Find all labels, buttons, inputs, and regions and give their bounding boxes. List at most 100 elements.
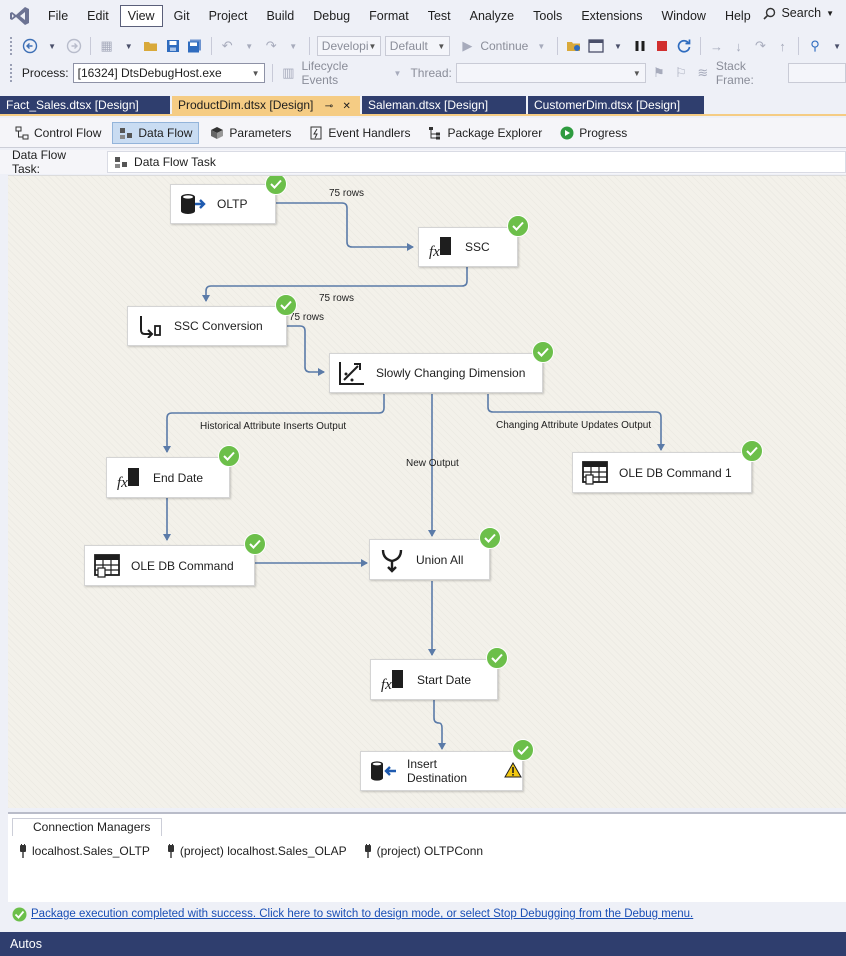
flow-conversion-to-scd[interactable] bbox=[287, 325, 325, 376]
connection-manager-item[interactable]: localhost.Sales_OLTP bbox=[18, 844, 150, 858]
menu-view[interactable]: View bbox=[119, 5, 163, 27]
connection-manager-item[interactable]: (project) OLTPConn bbox=[363, 844, 483, 858]
node-label: Insert Destination bbox=[407, 757, 468, 785]
process-select[interactable]: [16324] DtsDebugHost.exe ▼ bbox=[72, 63, 265, 83]
toolbar-grip[interactable] bbox=[10, 64, 14, 82]
forward-arrow-icon bbox=[66, 38, 82, 54]
stop-debugging-icon[interactable] bbox=[653, 36, 671, 56]
menu-format[interactable]: Format bbox=[361, 5, 417, 27]
connection-plug-icon bbox=[20, 844, 26, 858]
scd-icon bbox=[338, 359, 366, 387]
menu-git[interactable]: Git bbox=[166, 5, 198, 27]
open-folder-icon[interactable] bbox=[142, 36, 160, 56]
save-all-icon[interactable] bbox=[186, 36, 204, 56]
source-icon bbox=[179, 190, 207, 218]
back-button[interactable] bbox=[21, 36, 39, 56]
tab-label: Saleman.dtsx [Design] bbox=[368, 98, 489, 112]
stack-frame-select[interactable] bbox=[788, 63, 846, 83]
node-label: Slowly Changing Dimension bbox=[376, 366, 526, 380]
menu-analyze[interactable]: Analyze bbox=[462, 5, 522, 27]
pause-icon[interactable] bbox=[631, 36, 649, 56]
menu-edit[interactable]: Edit bbox=[79, 5, 117, 27]
redo-dropdown-icon[interactable]: ▼ bbox=[284, 36, 302, 56]
new-project-icon[interactable]: ▦ bbox=[98, 36, 116, 56]
node-ssc-conversion[interactable]: SSC Conversion bbox=[127, 306, 287, 346]
step-over-icon[interactable]: ↷ bbox=[751, 36, 769, 56]
pin-icon[interactable]: ⊸ bbox=[325, 101, 333, 112]
tab-product-dim[interactable]: ProductDim.dtsx [Design] ⊸ ✕ bbox=[172, 96, 360, 114]
tab-progress[interactable]: Progress bbox=[553, 122, 634, 144]
lifecycle-events-button[interactable]: Lifecycle Events bbox=[301, 59, 384, 87]
tab-parameters[interactable]: Parameters bbox=[203, 122, 298, 144]
new-dropdown-icon[interactable]: ▼ bbox=[120, 36, 138, 56]
tab-saleman[interactable]: Saleman.dtsx [Design] bbox=[362, 96, 526, 114]
data-flow-task-select[interactable]: Data Flow Task bbox=[107, 151, 846, 173]
layout-dropdown-icon[interactable]: ▼ bbox=[609, 36, 627, 56]
connection-managers-tab[interactable]: Connection Managers bbox=[12, 818, 162, 836]
tab-fact-sales[interactable]: Fact_Sales.dtsx [Design] bbox=[0, 96, 170, 114]
lifecycle-events-icon[interactable]: ▥ bbox=[279, 63, 297, 83]
node-ole-db-command[interactable]: OLE DB Command bbox=[84, 545, 255, 586]
continue-play-icon[interactable]: ▶ bbox=[458, 36, 476, 56]
node-end-date[interactable]: fx End Date bbox=[106, 457, 230, 498]
menu-help[interactable]: Help bbox=[717, 5, 759, 27]
menu-window[interactable]: Window bbox=[653, 5, 713, 27]
tab-label: Progress bbox=[579, 125, 628, 140]
menu-debug[interactable]: Debug bbox=[305, 5, 358, 27]
menu-test[interactable]: Test bbox=[420, 5, 459, 27]
layout-icon[interactable] bbox=[587, 36, 605, 56]
close-icon[interactable]: ✕ bbox=[342, 101, 350, 112]
menu-tools[interactable]: Tools bbox=[525, 5, 570, 27]
node-ole-db-command-1[interactable]: OLE DB Command 1 bbox=[572, 452, 752, 493]
node-slowly-changing-dimension[interactable]: Slowly Changing Dimension bbox=[329, 353, 543, 393]
toolbar-options-icon[interactable]: ▼ bbox=[828, 36, 846, 56]
tab-customer-dim[interactable]: CustomerDim.dtsx [Design] bbox=[528, 96, 704, 114]
undo-dropdown-icon[interactable]: ▼ bbox=[240, 36, 258, 56]
forward-button[interactable] bbox=[65, 36, 83, 56]
back-dropdown-icon[interactable]: ▼ bbox=[43, 36, 61, 56]
search-button[interactable]: Search ▼ bbox=[763, 6, 834, 20]
attach-process-icon[interactable] bbox=[565, 36, 583, 56]
save-icon[interactable] bbox=[164, 36, 182, 56]
node-oltp[interactable]: OLTP bbox=[170, 184, 276, 224]
node-label: Start Date bbox=[417, 672, 472, 687]
menu-file[interactable]: File bbox=[40, 5, 76, 27]
solution-configuration-select[interactable]: Developi ▼ bbox=[316, 36, 381, 56]
flag-thread-2-icon[interactable]: ⚐ bbox=[672, 63, 690, 83]
node-start-date[interactable]: fx Start Date bbox=[370, 659, 498, 700]
flag-thread-icon[interactable]: ⚑ bbox=[650, 63, 668, 83]
threads-toggle-icon[interactable]: ≋ bbox=[694, 63, 712, 83]
tab-control-flow[interactable]: Control Flow bbox=[8, 122, 108, 144]
lifecycle-dropdown-icon[interactable]: ▼ bbox=[388, 63, 406, 83]
flow-oltp-to-ssc[interactable] bbox=[276, 202, 414, 251]
node-union-all[interactable]: Union All bbox=[369, 539, 490, 580]
show-next-statement-icon[interactable]: → bbox=[707, 36, 725, 56]
thread-select[interactable]: ▼ bbox=[455, 63, 646, 83]
tab-label: ProductDim.dtsx [Design] bbox=[178, 98, 314, 112]
continue-button[interactable]: Continue bbox=[480, 39, 528, 53]
restart-icon[interactable] bbox=[675, 36, 693, 56]
autos-panel-title[interactable]: Autos bbox=[0, 932, 846, 956]
step-out-icon[interactable]: ↑ bbox=[773, 36, 791, 56]
step-into-icon[interactable]: ↓ bbox=[729, 36, 747, 56]
data-flow-canvas[interactable]: 75 rows 75 rows 75 rows Historical Attri… bbox=[8, 175, 846, 808]
node-insert-destination[interactable]: Insert Destination bbox=[360, 751, 523, 791]
search-icon bbox=[763, 7, 776, 20]
connection-manager-item[interactable]: (project) localhost.Sales_OLAP bbox=[166, 844, 347, 858]
undo-icon[interactable]: ↶ bbox=[218, 36, 236, 56]
node-ssc[interactable]: fx SSC bbox=[418, 227, 518, 267]
diagnostics-icon[interactable]: ⚲ bbox=[806, 36, 824, 56]
menu-extensions[interactable]: Extensions bbox=[573, 5, 650, 27]
redo-icon[interactable]: ↷ bbox=[262, 36, 280, 56]
tab-data-flow[interactable]: Data Flow bbox=[112, 121, 200, 144]
toolbar-separator bbox=[271, 64, 273, 82]
toolbar-grip[interactable] bbox=[10, 37, 13, 55]
tab-package-explorer[interactable]: Package Explorer bbox=[421, 122, 549, 144]
tab-event-handlers[interactable]: Event Handlers bbox=[302, 122, 417, 144]
flow-startdate-to-destination[interactable] bbox=[433, 700, 446, 750]
menu-build[interactable]: Build bbox=[258, 5, 302, 27]
solution-platform-select[interactable]: Default ▼ bbox=[384, 36, 451, 56]
continue-dropdown-icon[interactable]: ▼ bbox=[532, 36, 550, 56]
switch-to-design-mode-link[interactable]: Package execution completed with success… bbox=[31, 908, 693, 920]
menu-project[interactable]: Project bbox=[201, 5, 256, 27]
